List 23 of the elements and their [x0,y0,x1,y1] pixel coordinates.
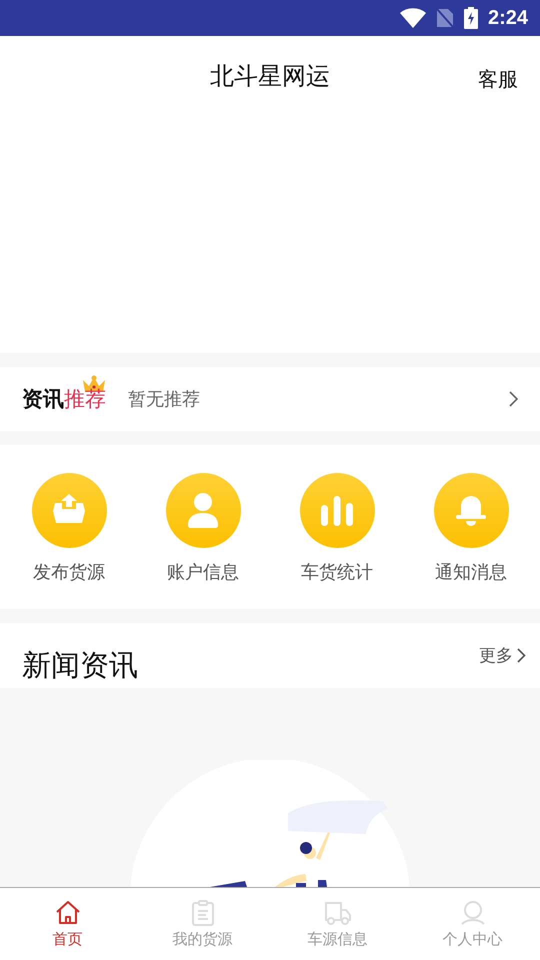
shortcut-label[interactable]: 发布货源 [33,560,105,584]
chevron-right-icon[interactable] [508,391,518,407]
clipboard-icon [190,900,216,926]
home-icon [54,900,80,926]
empty-message: 暂无推荐 [128,388,201,411]
customer-service-link[interactable]: 客服 [478,66,518,93]
clock-time: 2:24 [488,6,528,30]
section-title: 新闻资讯 [22,646,138,684]
chevron-right-icon [517,648,526,663]
section-title: 资讯推荐 [22,386,106,413]
shortcut-label[interactable]: 车货统计 [301,560,373,584]
shortcut-label[interactable]: 账户信息 [167,560,239,584]
battery-charging-icon [464,7,478,29]
person-icon [460,900,486,926]
truck-icon [324,900,352,926]
more-link[interactable]: 更多 [479,644,526,667]
wifi-icon [400,8,426,28]
app-title: 北斗星网运 [210,61,330,92]
shortcut-label[interactable]: 通知消息 [435,560,507,584]
person-icon [187,492,219,528]
no-sim-icon [436,8,454,28]
bar-chart-icon [320,494,354,526]
nav-tab[interactable]: 首页 [0,888,135,960]
